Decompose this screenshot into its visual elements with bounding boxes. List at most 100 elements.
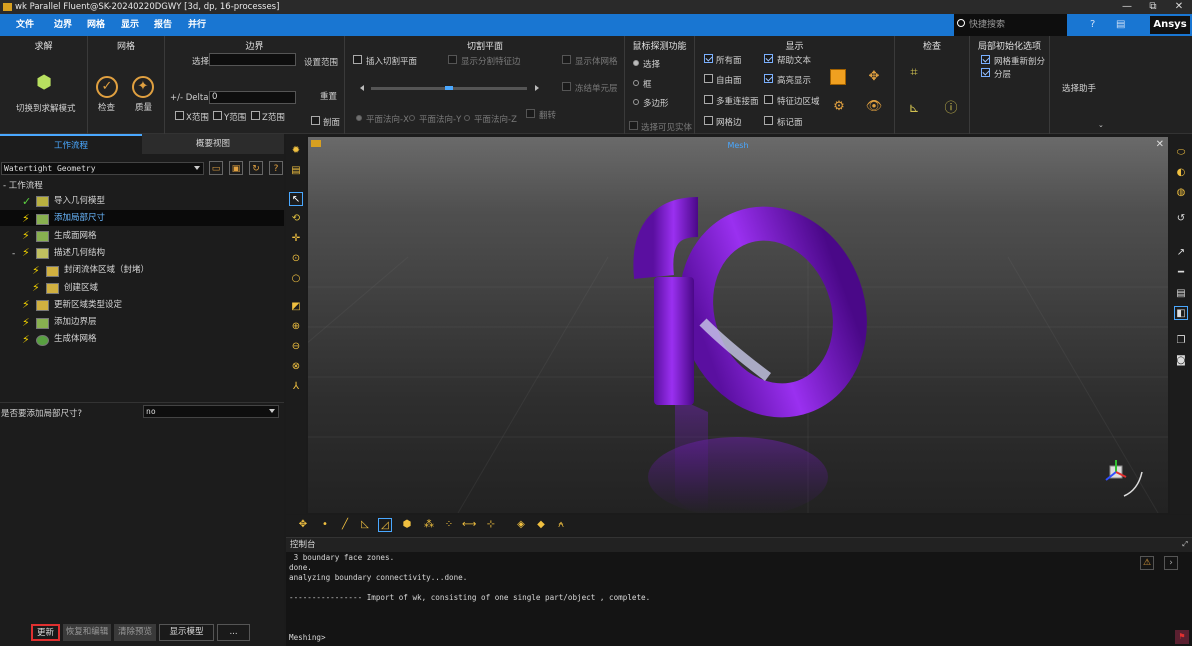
tree-item-region-type[interactable]: 更新区域类型设定 [54, 297, 122, 314]
color-cube-icon[interactable] [830, 69, 846, 85]
zoom-pan-icon[interactable]: ⊙ [289, 252, 303, 266]
mesh-edges-checkbox[interactable] [704, 116, 713, 125]
mesh-quality-icon[interactable]: ✦ [132, 76, 154, 98]
cell-icon[interactable]: ⬢ [400, 518, 414, 532]
label-icon[interactable]: ⍲ [554, 518, 568, 532]
flip-checkbox[interactable] [526, 109, 535, 118]
view-refresh-icon[interactable]: ↺ [1174, 212, 1188, 226]
properties-icon[interactable]: ◧ [1174, 306, 1188, 320]
pointer-icon[interactable]: ↖ [289, 192, 303, 206]
all-faces-checkbox[interactable] [704, 54, 713, 63]
mesh-icon[interactable]: ✹ [289, 144, 303, 158]
tab-workflow[interactable]: 工作流程 [0, 134, 142, 154]
point-icon[interactable]: • [318, 518, 332, 532]
show-split-edges-checkbox[interactable] [448, 55, 457, 64]
show-model-button[interactable]: 显示模型 [159, 624, 214, 641]
slider-left-arrow-icon[interactable] [360, 85, 364, 91]
face-select-icon[interactable]: ◿ [378, 518, 392, 532]
layers-icon[interactable]: ▤ [289, 164, 303, 178]
probe-box-radio[interactable] [633, 80, 639, 86]
pan-icon[interactable]: ✛ [289, 232, 303, 246]
x-range-checkbox[interactable] [175, 111, 184, 120]
show-volume-mesh-checkbox[interactable] [562, 55, 571, 64]
line-icon[interactable]: ╱ [338, 518, 352, 532]
help-icon[interactable]: ? [269, 161, 283, 175]
more-button[interactable]: ... [217, 624, 250, 641]
collapse-icon[interactable]: - [3, 181, 6, 191]
bounds-select-input[interactable] [209, 53, 296, 66]
zoom-in-icon[interactable]: ⊕ [289, 320, 303, 334]
help-text-checkbox[interactable] [764, 54, 773, 63]
zone-icon[interactable]: ⁘ [442, 518, 456, 532]
menu-boundary[interactable]: 边界 [54, 14, 72, 36]
free-faces-checkbox[interactable] [704, 74, 713, 83]
tree-item-surface-mesh[interactable]: 生成面网格 [54, 228, 97, 245]
update-button[interactable]: 更新 [31, 624, 60, 641]
view-side-icon[interactable]: ◐ [1174, 166, 1188, 180]
switch-to-solve-icon[interactable]: ⬢ [33, 74, 55, 96]
tree-item-boundary-layer[interactable]: 添加边界层 [54, 314, 97, 331]
move-icon[interactable]: ✥ [865, 68, 883, 86]
tree-item-create-region[interactable]: 创建区域 [64, 280, 98, 297]
menu-display[interactable]: 显示 [121, 14, 139, 36]
mesh-quality-button[interactable]: 质量 [135, 101, 152, 113]
revert-edit-button[interactable]: 恢复和编辑 [63, 624, 111, 641]
measure-icon[interactable]: ⊾ [905, 100, 923, 118]
object-icon[interactable]: ◈ [514, 518, 528, 532]
tree-root[interactable]: - 工作流程 [3, 178, 43, 195]
slider-icon[interactable]: ━ [1174, 266, 1188, 280]
selection-helper-button[interactable]: 选择助手 [1062, 82, 1096, 94]
flag-icon[interactable]: ⚑ [1175, 630, 1189, 644]
zoom-box-icon[interactable]: ⊗ [289, 360, 303, 374]
info-icon[interactable]: ⓘ [942, 100, 960, 118]
edge-icon[interactable]: ⟷ [462, 518, 476, 532]
layer-checkbox[interactable] [981, 68, 990, 77]
plane-z-radio[interactable] [464, 115, 470, 121]
probe-select-radio[interactable] [633, 60, 639, 66]
tree-item-capping[interactable]: 封闭流体区域（封堵） [64, 262, 149, 279]
ribbon-expand-icon[interactable]: ⌄ [1098, 121, 1104, 129]
save-icon[interactable]: ▣ [229, 161, 243, 175]
gear-icon[interactable]: ⚙ [830, 98, 848, 116]
quick-search-input[interactable]: 快捷搜索 [954, 14, 1067, 36]
layout-icon[interactable]: ▤ [1116, 14, 1125, 36]
zoom-icon[interactable]: ○ [289, 272, 303, 286]
select-all-icon[interactable]: ✥ [296, 518, 310, 532]
view-front-icon[interactable]: ⬭ [1174, 146, 1188, 160]
node-select-icon[interactable]: ⌗ [905, 64, 923, 82]
tree-item-describe-geometry[interactable]: 描述几何结构 [54, 245, 105, 262]
y-range-checkbox[interactable] [213, 111, 222, 120]
close-window-button[interactable]: ✕ [1166, 0, 1192, 14]
console-panel[interactable]: 控制台 ⤢ 3 boundary face zones. done. analy… [286, 537, 1192, 646]
menu-mesh[interactable]: 网格 [87, 14, 105, 36]
tree-item-local-sizing[interactable]: 添加局部尺寸 [54, 210, 105, 227]
refresh-icon[interactable]: ↻ [249, 161, 263, 175]
mesh-check-button[interactable]: 检查 [98, 101, 115, 113]
maximize-button[interactable]: ⧉ [1140, 0, 1166, 14]
collapse-icon[interactable]: - [12, 249, 15, 259]
copy-icon[interactable]: ❐ [1174, 334, 1188, 348]
axes-icon[interactable]: ⅄ [289, 380, 303, 394]
camera-icon[interactable]: ◙ [1174, 354, 1188, 368]
freeze-layer-checkbox[interactable] [562, 82, 571, 91]
clear-preview-button[interactable]: 清除预览 [114, 624, 156, 641]
workflow-type-select[interactable]: Watertight Geometry [1, 162, 204, 175]
body-icon[interactable]: ◆ [534, 518, 548, 532]
delta-input[interactable]: 0 [209, 91, 296, 104]
view-iso-icon[interactable]: ◍ [1174, 186, 1188, 200]
tree-item-import[interactable]: 导入几何模型 [54, 193, 105, 210]
rotate-icon[interactable]: ⟲ [289, 212, 303, 226]
report-icon[interactable]: ▤ [1174, 287, 1188, 301]
zoom-out-icon[interactable]: ⊖ [289, 340, 303, 354]
plane-x-radio[interactable] [356, 115, 362, 121]
next-icon[interactable]: › [1164, 556, 1178, 570]
tree-item-volume-mesh[interactable]: 生成体网格 [54, 331, 97, 348]
help-icon[interactable]: ? [1090, 14, 1095, 36]
mesh-check-icon[interactable]: ✓ [96, 76, 118, 98]
reset-button[interactable]: 重置 [320, 90, 337, 102]
graphics-viewport[interactable]: Mesh ✕ [308, 137, 1168, 513]
slider-right-arrow-icon[interactable] [535, 85, 539, 91]
set-range-button[interactable]: 设置范围 [304, 56, 338, 68]
mark-faces-checkbox[interactable] [764, 116, 773, 125]
triangle-icon[interactable]: ◺ [358, 518, 372, 532]
